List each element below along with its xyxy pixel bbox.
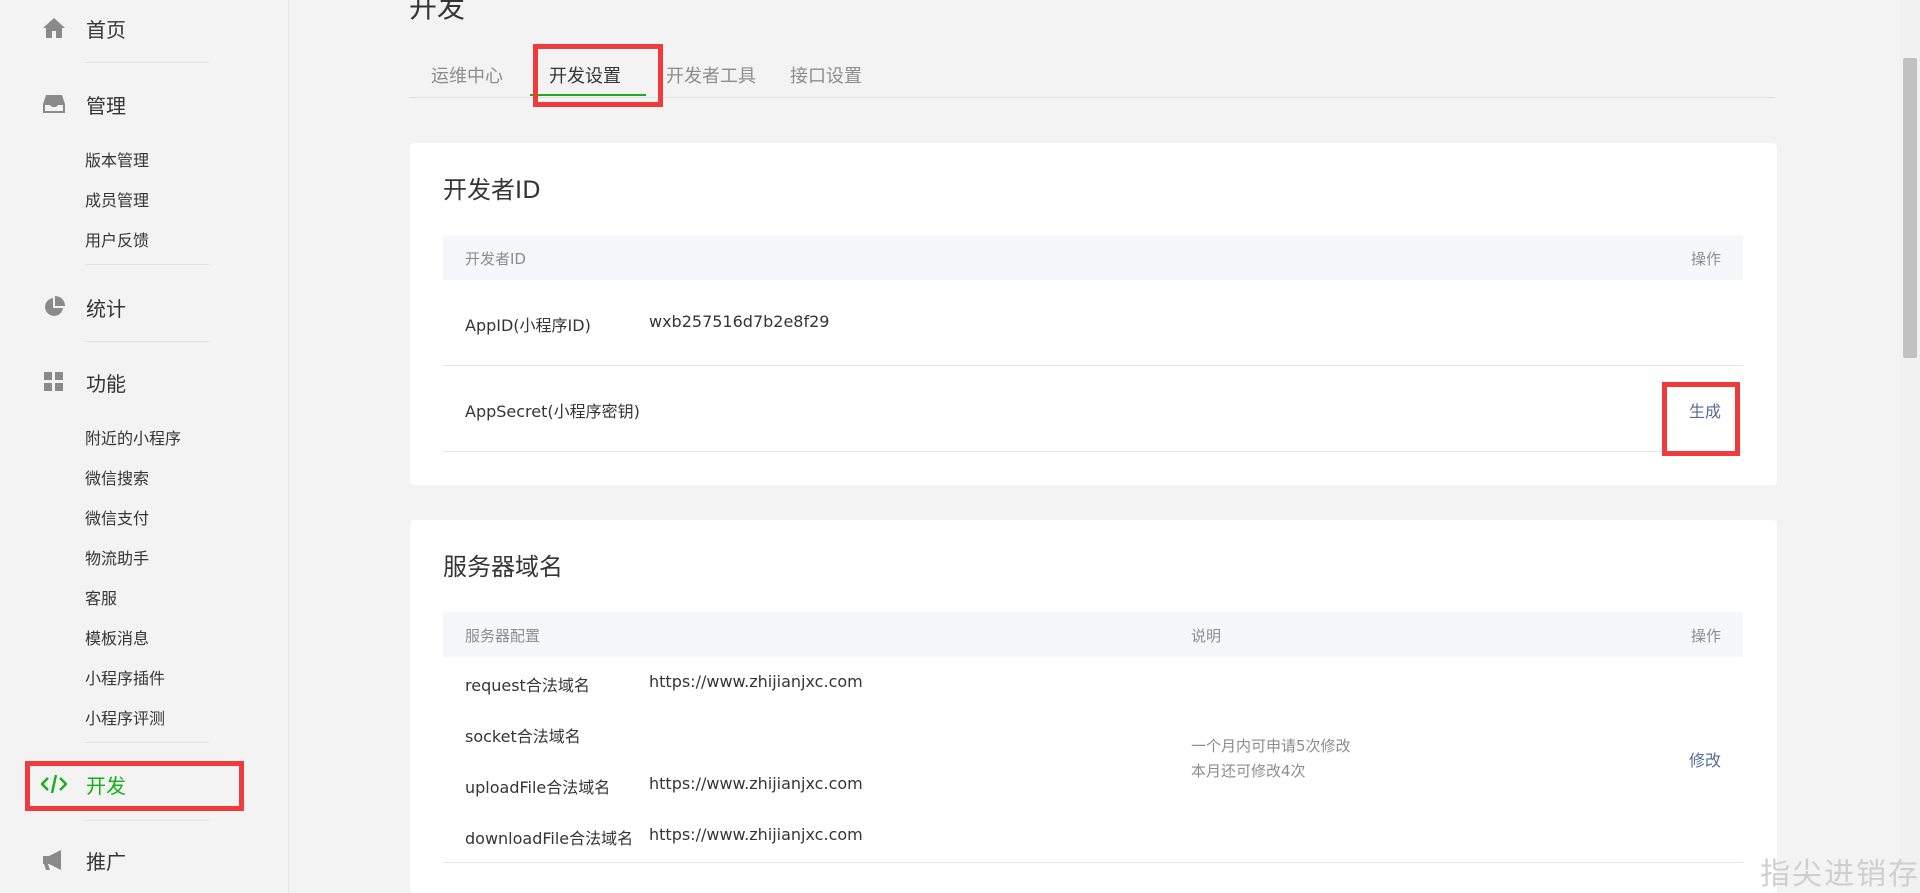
divider bbox=[85, 264, 209, 265]
nav-version-manage[interactable]: 版本管理 bbox=[85, 147, 149, 171]
grid-icon bbox=[40, 368, 68, 396]
nav-manage-label: 管理 bbox=[86, 93, 126, 118]
megaphone-icon bbox=[40, 846, 68, 874]
tab-dev-tools[interactable]: 开发者工具 bbox=[666, 62, 756, 88]
col-description: 说明 bbox=[1191, 627, 1222, 645]
tab-api-settings[interactable]: 接口设置 bbox=[790, 62, 862, 88]
watermark: 指尖进销存 bbox=[1760, 857, 1920, 892]
sidebar: 首页 管理 版本管理 成员管理 用户反馈 统计 功能 附近的小程序 微信搜索 微… bbox=[0, 0, 289, 893]
highlight-box-dev-settings-tab bbox=[533, 44, 663, 107]
modify-note: 一个月内可申请5次修改 本月还可修改4次 bbox=[1191, 734, 1351, 784]
nav-miniprogram-plugin[interactable]: 小程序插件 bbox=[85, 665, 165, 689]
server-domain-table-header: 服务器配置 说明 操作 bbox=[443, 612, 1743, 657]
nav-member-manage[interactable]: 成员管理 bbox=[85, 187, 149, 211]
col-developer-id: 开发者ID bbox=[465, 250, 526, 268]
developer-id-table-header: 开发者ID 操作 bbox=[443, 235, 1743, 280]
appid-label: AppID(小程序ID) bbox=[465, 316, 591, 335]
download-domain-value: https://www.zhijianjxc.com bbox=[649, 825, 863, 844]
nav-home-label: 首页 bbox=[86, 17, 126, 42]
socket-domain-label: socket合法域名 bbox=[465, 727, 581, 746]
nav-manage[interactable]: 管理 bbox=[40, 84, 126, 124]
appsecret-row: AppSecret(小程序密钥) 生成 bbox=[443, 366, 1743, 452]
main-content: 开发 运维中心 开发设置 开发者工具 接口设置 开发者ID 开发者ID 操作 A… bbox=[289, 0, 1900, 893]
col-server-config: 服务器配置 bbox=[465, 627, 541, 645]
nav-wechat-pay[interactable]: 微信支付 bbox=[85, 505, 149, 529]
nav-features[interactable]: 功能 bbox=[40, 362, 126, 402]
nav-miniprogram-review[interactable]: 小程序评测 bbox=[85, 705, 165, 729]
request-domain-value: https://www.zhijianjxc.com bbox=[649, 672, 863, 691]
server-domain-row: request合法域名 https://www.zhijianjxc.com s… bbox=[443, 657, 1743, 863]
nav-promote[interactable]: 推广 bbox=[40, 840, 126, 880]
highlight-box-generate bbox=[1662, 382, 1740, 456]
server-domain-card: 服务器域名 服务器配置 说明 操作 request合法域名 https://ww… bbox=[410, 520, 1777, 893]
divider bbox=[85, 820, 209, 821]
scrollbar[interactable] bbox=[1900, 0, 1920, 893]
modify-domain-link[interactable]: 修改 bbox=[1689, 747, 1721, 771]
divider bbox=[85, 341, 209, 342]
pie-chart-icon bbox=[40, 293, 68, 321]
page-title: 开发 bbox=[409, 0, 466, 24]
nav-logistics[interactable]: 物流助手 bbox=[85, 545, 149, 569]
tab-ops-center[interactable]: 运维中心 bbox=[431, 62, 503, 88]
download-domain-label: downloadFile合法域名 bbox=[465, 829, 634, 848]
nav-user-feedback[interactable]: 用户反馈 bbox=[85, 227, 149, 251]
col-operation: 操作 bbox=[1690, 250, 1721, 268]
nav-wechat-search[interactable]: 微信搜索 bbox=[85, 465, 149, 489]
modify-remaining-note: 本月还可修改4次 bbox=[1191, 762, 1306, 780]
server-domain-title: 服务器域名 bbox=[443, 553, 563, 581]
upload-domain-value: https://www.zhijianjxc.com bbox=[649, 774, 863, 793]
divider bbox=[85, 742, 209, 743]
home-icon bbox=[40, 14, 68, 42]
appid-row: AppID(小程序ID) wxb257516d7b2e8f29 bbox=[443, 280, 1743, 366]
nav-stats-label: 统计 bbox=[86, 296, 126, 321]
developer-id-card: 开发者ID 开发者ID 操作 AppID(小程序ID) wxb257516d7b… bbox=[410, 143, 1777, 485]
request-domain-label: request合法域名 bbox=[465, 676, 590, 695]
developer-id-title: 开发者ID bbox=[443, 176, 541, 204]
nav-template-message[interactable]: 模板消息 bbox=[85, 625, 149, 649]
nav-features-label: 功能 bbox=[86, 371, 126, 396]
col-operation: 操作 bbox=[1690, 627, 1721, 645]
nav-nearby-miniprogram[interactable]: 附近的小程序 bbox=[85, 425, 181, 449]
scrollbar-thumb[interactable] bbox=[1903, 58, 1917, 358]
nav-home[interactable]: 首页 bbox=[40, 8, 126, 48]
divider bbox=[85, 62, 209, 63]
nav-stats[interactable]: 统计 bbox=[40, 287, 126, 327]
highlight-box-dev bbox=[25, 761, 244, 811]
appsecret-label: AppSecret(小程序密钥) bbox=[465, 402, 640, 421]
nav-promote-label: 推广 bbox=[86, 849, 126, 874]
upload-domain-label: uploadFile合法域名 bbox=[465, 778, 611, 797]
modify-limit-note: 一个月内可申请5次修改 bbox=[1191, 737, 1351, 755]
inbox-icon bbox=[40, 90, 68, 118]
appid-value: wxb257516d7b2e8f29 bbox=[649, 312, 830, 331]
nav-customer-service[interactable]: 客服 bbox=[85, 585, 117, 609]
